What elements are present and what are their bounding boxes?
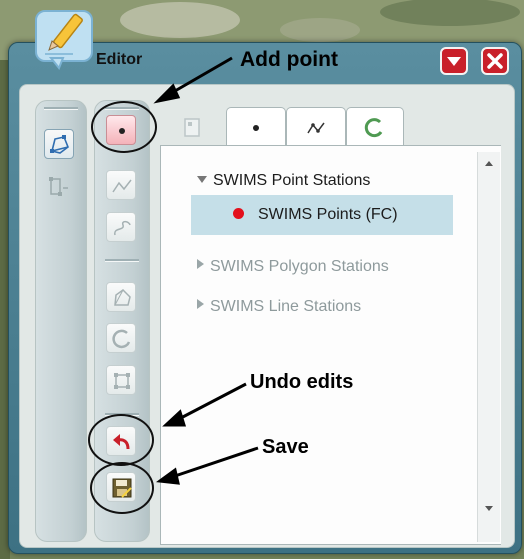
callout-arrows [153, 56, 259, 485]
add-point-callout: Add point [240, 48, 338, 71]
save-callout: Save [262, 436, 309, 458]
undo-edits-callout: Undo edits [250, 371, 354, 393]
